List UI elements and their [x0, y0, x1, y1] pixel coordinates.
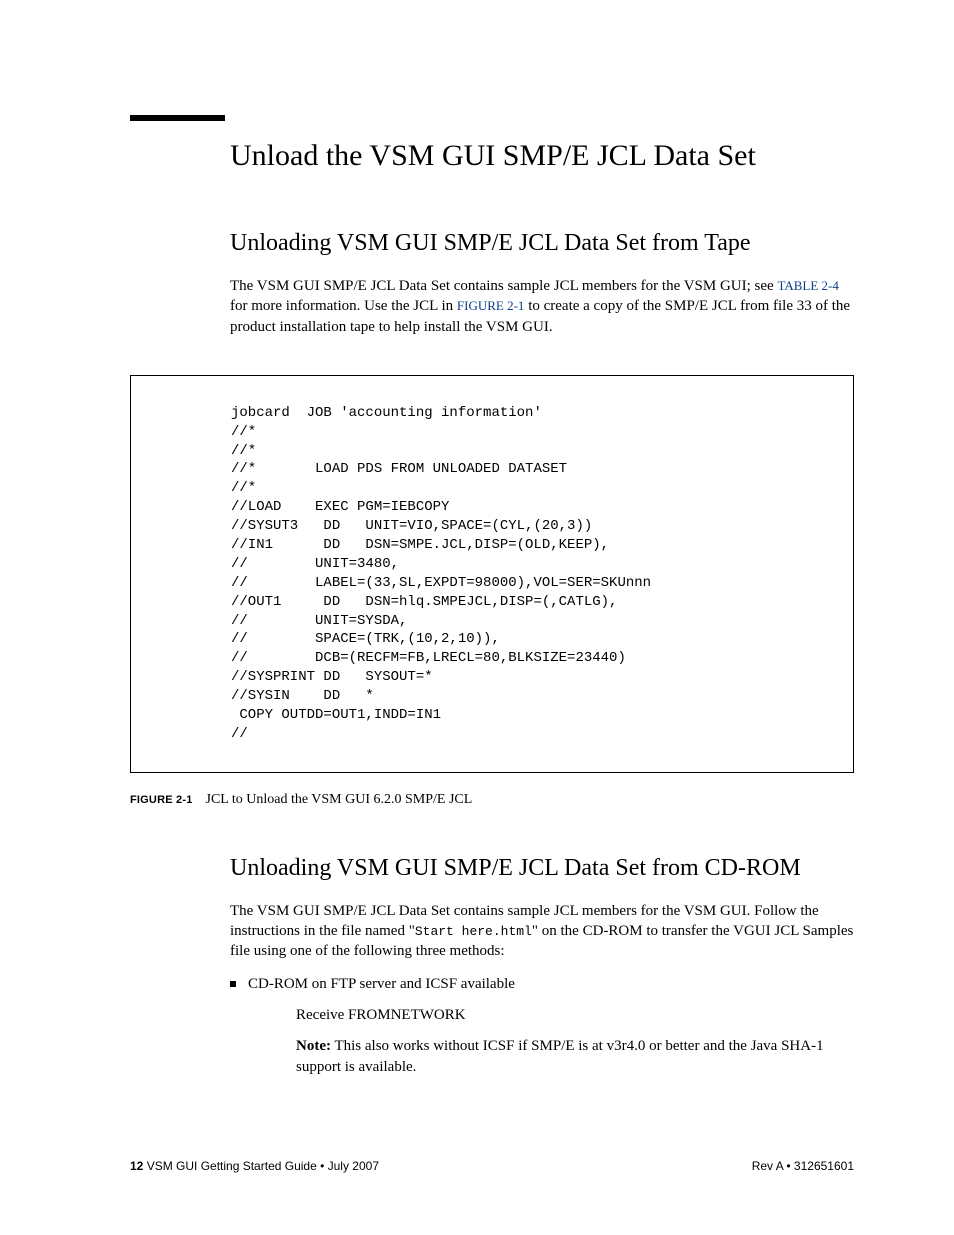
list-item-text: CD-ROM on FTP server and ICSF available: [248, 976, 515, 992]
inline-code-filename: Start here.html: [415, 924, 532, 939]
list-item: CD-ROM on FTP server and ICSF available …: [230, 974, 854, 1078]
note-text: This also works without ICSF if SMP/E is…: [296, 1038, 824, 1075]
section1-paragraph: The VSM GUI SMP/E JCL Data Set contains …: [230, 276, 854, 337]
note-label: Note:: [296, 1038, 331, 1054]
page-title: Unload the VSM GUI SMP/E JCL Data Set: [230, 139, 854, 173]
code-box: jobcard JOB 'accounting information' //*…: [130, 375, 854, 773]
xref-figure-2-1[interactable]: FIGURE 2-1: [457, 298, 525, 313]
code-box-container: jobcard JOB 'accounting information' //*…: [130, 375, 854, 773]
para-text: The VSM GUI SMP/E JCL Data Set contains …: [230, 278, 777, 294]
list-note: Note: This also works without ICSF if SM…: [296, 1036, 854, 1078]
figure-caption: FIGURE 2-1 JCL to Unload the VSM GUI 6.2…: [130, 791, 854, 808]
footer-left-text: VSM GUI Getting Started Guide • July 200…: [143, 1159, 379, 1173]
footer-left: 12 VSM GUI Getting Started Guide • July …: [130, 1159, 379, 1173]
page-number: 12: [130, 1159, 143, 1173]
page-footer: 12 VSM GUI Getting Started Guide • July …: [130, 1159, 854, 1173]
jcl-code-block: jobcard JOB 'accounting information' //*…: [231, 404, 833, 744]
section2-paragraph: The VSM GUI SMP/E JCL Data Set contains …: [230, 901, 854, 962]
section2-heading: Unloading VSM GUI SMP/E JCL Data Set fro…: [230, 853, 854, 883]
xref-table-2-4[interactable]: TABLE 2-4: [777, 278, 838, 293]
method-list: CD-ROM on FTP server and ICSF available …: [230, 974, 854, 1078]
list-subtext: Receive FROMNETWORK: [296, 1005, 854, 1026]
section-rule: [130, 115, 225, 121]
footer-right: Rev A • 312651601: [752, 1159, 854, 1173]
figure-label: FIGURE 2-1: [130, 794, 193, 806]
section1-heading: Unloading VSM GUI SMP/E JCL Data Set fro…: [230, 228, 854, 258]
figure-text: JCL to Unload the VSM GUI 6.2.0 SMP/E JC…: [206, 792, 473, 807]
para-text: for more information. Use the JCL in: [230, 298, 457, 314]
